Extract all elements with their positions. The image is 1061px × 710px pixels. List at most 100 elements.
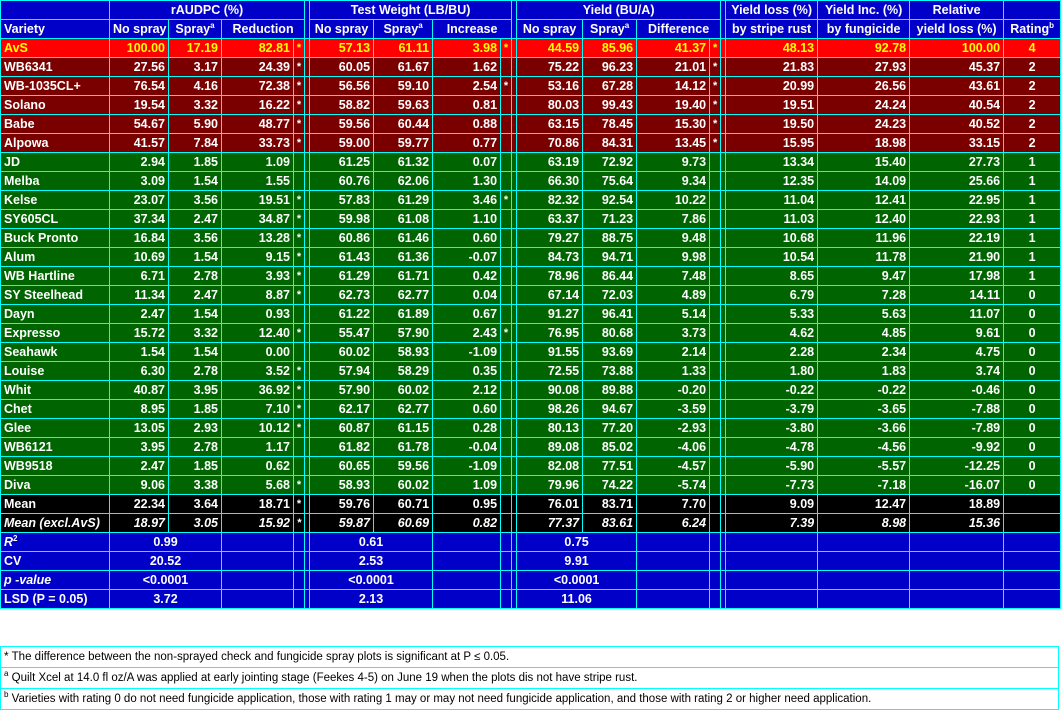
relative-yield-loss-cell: 33.15 bbox=[909, 133, 1005, 153]
rating-cell: 0 bbox=[1003, 342, 1061, 362]
footnote-a-marker: a bbox=[624, 20, 630, 30]
stats-label: LSD (P = 0.05) bbox=[0, 589, 110, 609]
test-weight-no-spray-cell: 62.17 bbox=[309, 399, 375, 419]
yield-loss-cell: 8.65 bbox=[725, 266, 819, 286]
yield-difference-cell: 5.14 bbox=[636, 304, 711, 324]
yield-increase-cell: 24.24 bbox=[817, 95, 911, 115]
table-row: Alpowa 41.57 7.84 33.73 * 59.00 59.77 0.77 70.86… bbox=[0, 133, 1061, 153]
raudpc-no-spray-cell: 54.67 bbox=[109, 114, 169, 134]
yield-increase-cell: 2.34 bbox=[817, 342, 911, 362]
test-weight-no-spray-cell: 57.13 bbox=[309, 38, 375, 58]
test-weight-increase-cell: 0.81 bbox=[432, 95, 502, 115]
rating-cell: 0 bbox=[1003, 285, 1061, 305]
relative-yield-loss-cell: -0.46 bbox=[909, 380, 1005, 400]
test-weight-spray-cell: 61.11 bbox=[373, 38, 434, 58]
raudpc-significance-cell: * bbox=[292, 57, 306, 77]
raudpc-significance-cell: * bbox=[292, 285, 306, 305]
stats-yield-value: <0.0001 bbox=[516, 570, 638, 590]
yield-significance-cell: * bbox=[709, 76, 722, 96]
test-weight-significance-cell bbox=[500, 513, 513, 533]
raudpc-no-spray-cell: 3.09 bbox=[109, 171, 169, 191]
empty-cell bbox=[221, 570, 294, 590]
test-weight-no-spray-cell: 61.43 bbox=[309, 247, 375, 267]
yield-loss-cell: 20.99 bbox=[725, 76, 819, 96]
stats-label-text: R bbox=[4, 535, 14, 549]
raudpc-spray-cell: 2.78 bbox=[168, 361, 222, 381]
raudpc-significance-cell bbox=[292, 437, 306, 457]
yield-no-spray-cell: 76.95 bbox=[516, 323, 584, 343]
raudpc-reduction-cell: 8.87 bbox=[221, 285, 294, 305]
stats-label: CV bbox=[0, 551, 110, 571]
yield-spray-cell: 75.64 bbox=[582, 171, 638, 191]
yield-no-spray-cell: 63.19 bbox=[516, 152, 584, 172]
rating-cell: 2 bbox=[1003, 57, 1061, 77]
table-row: Diva 9.06 3.38 5.68 * 58.93 60.02 1.09 79.96 74.2… bbox=[0, 475, 1061, 495]
yield-loss-cell: 7.39 bbox=[725, 513, 819, 533]
test-weight-increase-cell: -1.09 bbox=[432, 456, 502, 476]
raudpc-reduction-cell: 72.38 bbox=[221, 76, 294, 96]
rating-cell: 0 bbox=[1003, 323, 1061, 343]
yield-no-spray-cell: 91.27 bbox=[516, 304, 584, 324]
raudpc-no-spray-cell: 19.54 bbox=[109, 95, 169, 115]
raudpc-reduction-cell: 13.28 bbox=[221, 228, 294, 248]
raudpc-no-spray-cell: 1.54 bbox=[109, 342, 169, 362]
test-weight-significance-cell bbox=[500, 228, 513, 248]
test-weight-no-spray-cell: 59.56 bbox=[309, 114, 375, 134]
footnote-text: Quilt Xcel at 14.0 fl oz/A was applied a… bbox=[8, 672, 638, 684]
raudpc-reduction-cell: 33.73 bbox=[221, 133, 294, 153]
raudpc-reduction-cell: 0.93 bbox=[221, 304, 294, 324]
raudpc-no-spray-cell: 23.07 bbox=[109, 190, 169, 210]
raudpc-significance-cell: * bbox=[292, 323, 306, 343]
stats-label: p -value bbox=[0, 570, 110, 590]
header-rating-blank bbox=[1003, 0, 1061, 20]
yield-significance-cell: * bbox=[709, 57, 722, 77]
empty-cell bbox=[709, 589, 722, 609]
table-row: Solano 19.54 3.32 16.22 * 58.82 59.63 0.81 80.03… bbox=[0, 95, 1061, 115]
yield-no-spray-cell: 80.03 bbox=[516, 95, 584, 115]
variety-cell: Diva bbox=[0, 475, 110, 495]
test-weight-increase-cell: 0.04 bbox=[432, 285, 502, 305]
yield-difference-cell: 1.33 bbox=[636, 361, 711, 381]
raudpc-significance-cell: * bbox=[292, 209, 306, 229]
raudpc-significance-cell: * bbox=[292, 380, 306, 400]
table-row: Buck Pronto 16.84 3.56 13.28 * 60.86 61.46 0.60… bbox=[0, 228, 1061, 248]
yield-loss-cell: -0.22 bbox=[725, 380, 819, 400]
table-row: Whit 40.87 3.95 36.92 * 57.90 60.02 2.12 90.08 89… bbox=[0, 380, 1061, 400]
yield-increase-cell: 4.85 bbox=[817, 323, 911, 343]
yield-no-spray-cell: 63.37 bbox=[516, 209, 584, 229]
table-row: Dayn 2.47 1.54 0.93 61.22 61.89 0.67 91.27 96.41… bbox=[0, 304, 1061, 324]
raudpc-reduction-cell: 3.52 bbox=[221, 361, 294, 381]
test-weight-increase-cell: 0.07 bbox=[432, 152, 502, 172]
yield-no-spray-cell: 91.55 bbox=[516, 342, 584, 362]
yield-significance-cell: * bbox=[709, 114, 722, 134]
rating-cell: 0 bbox=[1003, 418, 1061, 438]
raudpc-significance-cell bbox=[292, 152, 306, 172]
test-weight-no-spray-cell: 56.56 bbox=[309, 76, 375, 96]
raudpc-significance-cell: * bbox=[292, 494, 306, 514]
table-row: Chet 8.95 1.85 7.10 * 62.17 62.77 0.60 98.26 94.6… bbox=[0, 399, 1061, 419]
yield-significance-cell bbox=[709, 228, 722, 248]
yield-no-spray-cell: 67.14 bbox=[516, 285, 584, 305]
relative-yield-loss-cell: 27.73 bbox=[909, 152, 1005, 172]
yield-no-spray-cell: 80.13 bbox=[516, 418, 584, 438]
variety-cell: Louise bbox=[0, 361, 110, 381]
yield-difference-cell: -3.59 bbox=[636, 399, 711, 419]
yield-spray-cell: 96.41 bbox=[582, 304, 638, 324]
yield-increase-cell: -0.22 bbox=[817, 380, 911, 400]
variety-cell: Solano bbox=[0, 95, 110, 115]
empty-cell bbox=[636, 570, 711, 590]
raudpc-reduction-cell: 16.22 bbox=[221, 95, 294, 115]
test-weight-significance-cell: * bbox=[500, 323, 513, 343]
yield-spray-cell: 80.68 bbox=[582, 323, 638, 343]
yield-loss-cell: -3.80 bbox=[725, 418, 819, 438]
relative-yield-loss-cell: 40.54 bbox=[909, 95, 1005, 115]
test-weight-spray-cell: 61.89 bbox=[373, 304, 434, 324]
relative-yield-loss-cell: 22.19 bbox=[909, 228, 1005, 248]
table-row: Alum 10.69 1.54 9.15 * 61.43 61.36 -0.07 84.73 94… bbox=[0, 247, 1061, 267]
variety-cell: WB9518 bbox=[0, 456, 110, 476]
raudpc-spray-cell: 3.64 bbox=[168, 494, 222, 514]
test-weight-spray-cell: 59.77 bbox=[373, 133, 434, 153]
test-weight-no-spray-cell: 59.76 bbox=[309, 494, 375, 514]
empty-cell bbox=[292, 589, 306, 609]
variety-cell: Mean bbox=[0, 494, 110, 514]
